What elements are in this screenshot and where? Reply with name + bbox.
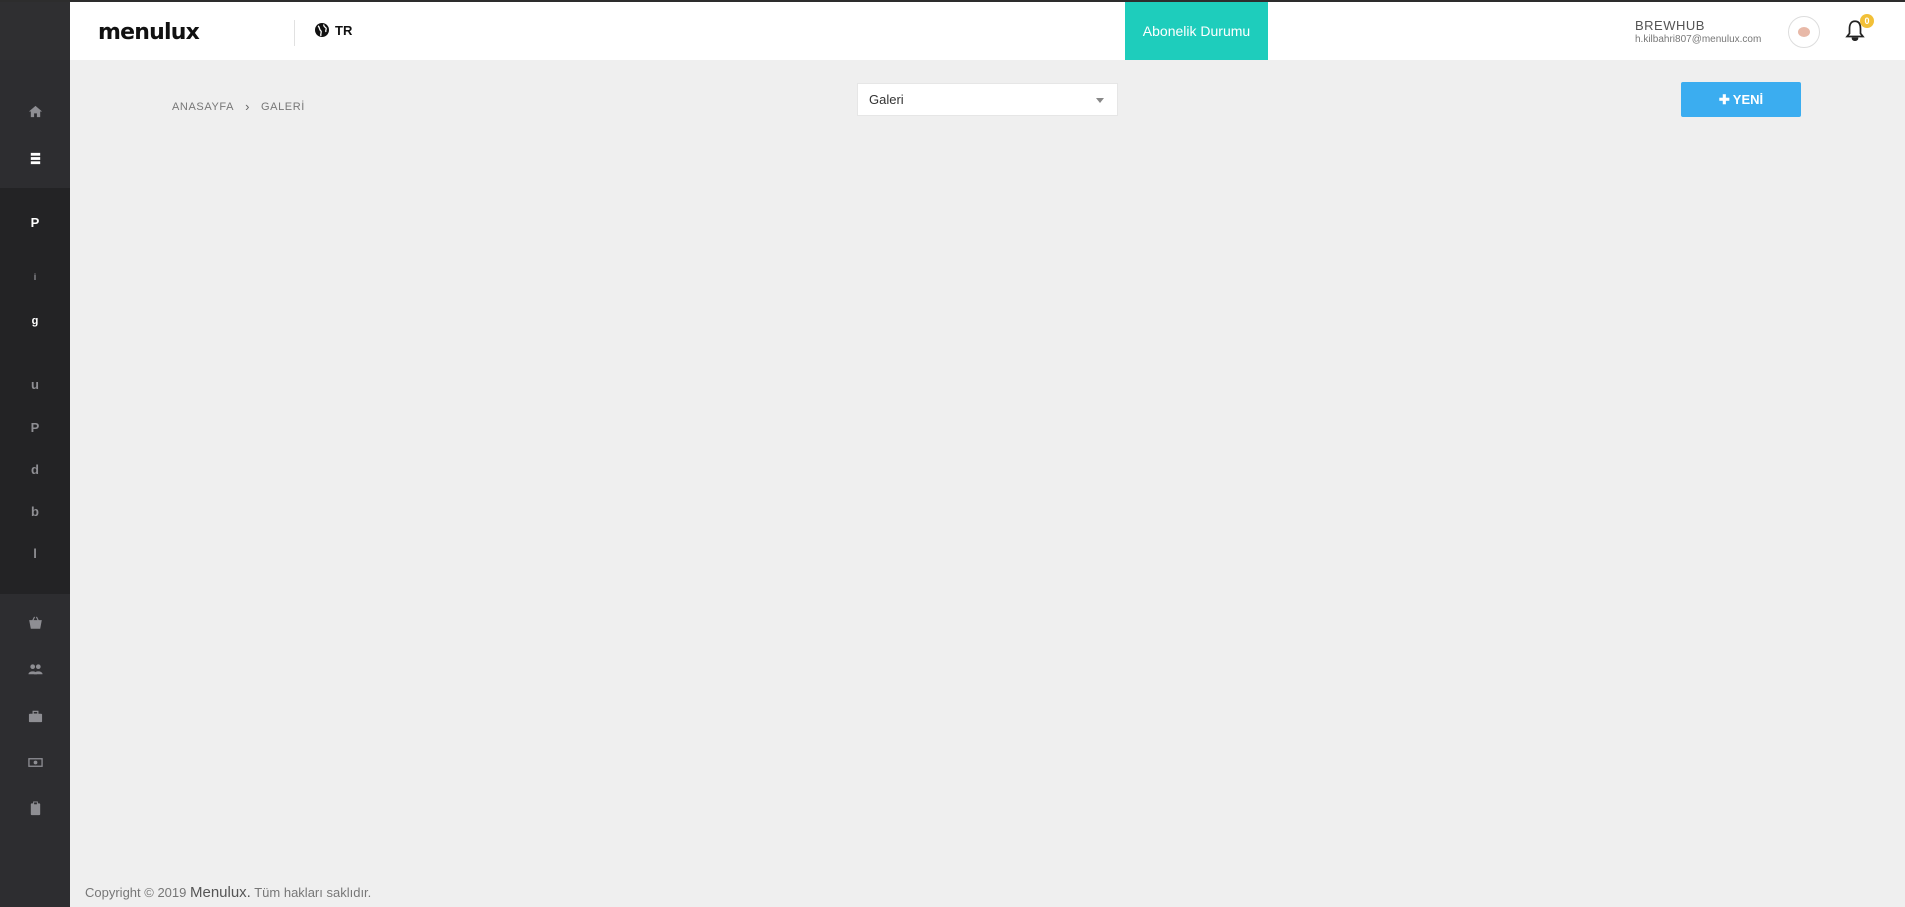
sidebar-item-menu[interactable] (0, 143, 70, 173)
menu-list-icon (30, 152, 40, 164)
sidebar-item-money[interactable] (0, 747, 70, 777)
sidebar: P i g u P d b l (0, 2, 70, 907)
breadcrumb-current: GALERİ (261, 100, 305, 113)
sidebar-item-p2[interactable]: P (0, 412, 70, 442)
chevron-right-icon: › (245, 99, 250, 114)
plus-icon: ✚ (1718, 91, 1730, 107)
sidebar-item-clipboard[interactable] (0, 793, 70, 823)
breadcrumb: ANASAYFA › GALERİ (172, 99, 305, 114)
brand-logo[interactable]: menulux (98, 20, 200, 45)
globe-icon (315, 23, 329, 37)
sidebar-item-users[interactable] (0, 654, 70, 684)
home-icon (28, 105, 42, 117)
footer-prefix: Copyright © 2019 (85, 885, 190, 900)
sidebar-logo-area (0, 2, 70, 60)
users-icon (27, 663, 43, 674)
avatar-image (1798, 27, 1810, 37)
caret-down-icon (1096, 98, 1104, 103)
sidebar-item-l[interactable]: l (0, 538, 70, 568)
sidebar-item-g[interactable]: g (0, 306, 70, 336)
gallery-type-select[interactable]: Galeri (857, 83, 1118, 116)
breadcrumb-home[interactable]: ANASAYFA (172, 101, 234, 113)
briefcase-icon (28, 710, 42, 722)
sidebar-item-p[interactable]: P (0, 207, 70, 237)
user-info[interactable]: BREWHUB h.kilbahri807@menulux.com (1635, 18, 1761, 45)
sidebar-item-b[interactable]: b (0, 496, 70, 526)
sidebar-item-d[interactable]: d (0, 454, 70, 484)
footer-suffix: Tüm hakları saklıdır. (250, 885, 372, 900)
sidebar-item-basket[interactable] (0, 607, 70, 637)
language-selector[interactable]: TR (314, 22, 352, 38)
clipboard-icon (30, 800, 40, 815)
footer: Copyright © 2019 Menulux. Tüm hakları sa… (85, 884, 371, 901)
new-button-label: YENİ (1732, 92, 1764, 107)
notification-badge: 0 (1860, 14, 1874, 28)
sidebar-item-home[interactable] (0, 96, 70, 126)
select-value: Galeri (869, 92, 904, 107)
footer-brand: Menulux. (189, 884, 251, 901)
top-header: menulux TR Abonelik Durumu BREWHUB h.kil… (70, 2, 1905, 60)
header-divider (294, 20, 295, 46)
avatar[interactable] (1788, 16, 1820, 48)
sidebar-item-u[interactable]: u (0, 369, 70, 399)
sidebar-item-briefcase[interactable] (0, 701, 70, 731)
user-email: h.kilbahri807@menulux.com (1635, 34, 1762, 45)
subscription-status-button[interactable]: Abonelik Durumu (1125, 2, 1268, 60)
user-name: BREWHUB (1635, 18, 1705, 33)
language-code: TR (335, 22, 353, 38)
money-icon (27, 757, 43, 767)
basket-icon (28, 616, 42, 629)
new-button[interactable]: ✚ YENİ (1681, 82, 1801, 117)
sidebar-item-i[interactable]: i (0, 262, 70, 292)
